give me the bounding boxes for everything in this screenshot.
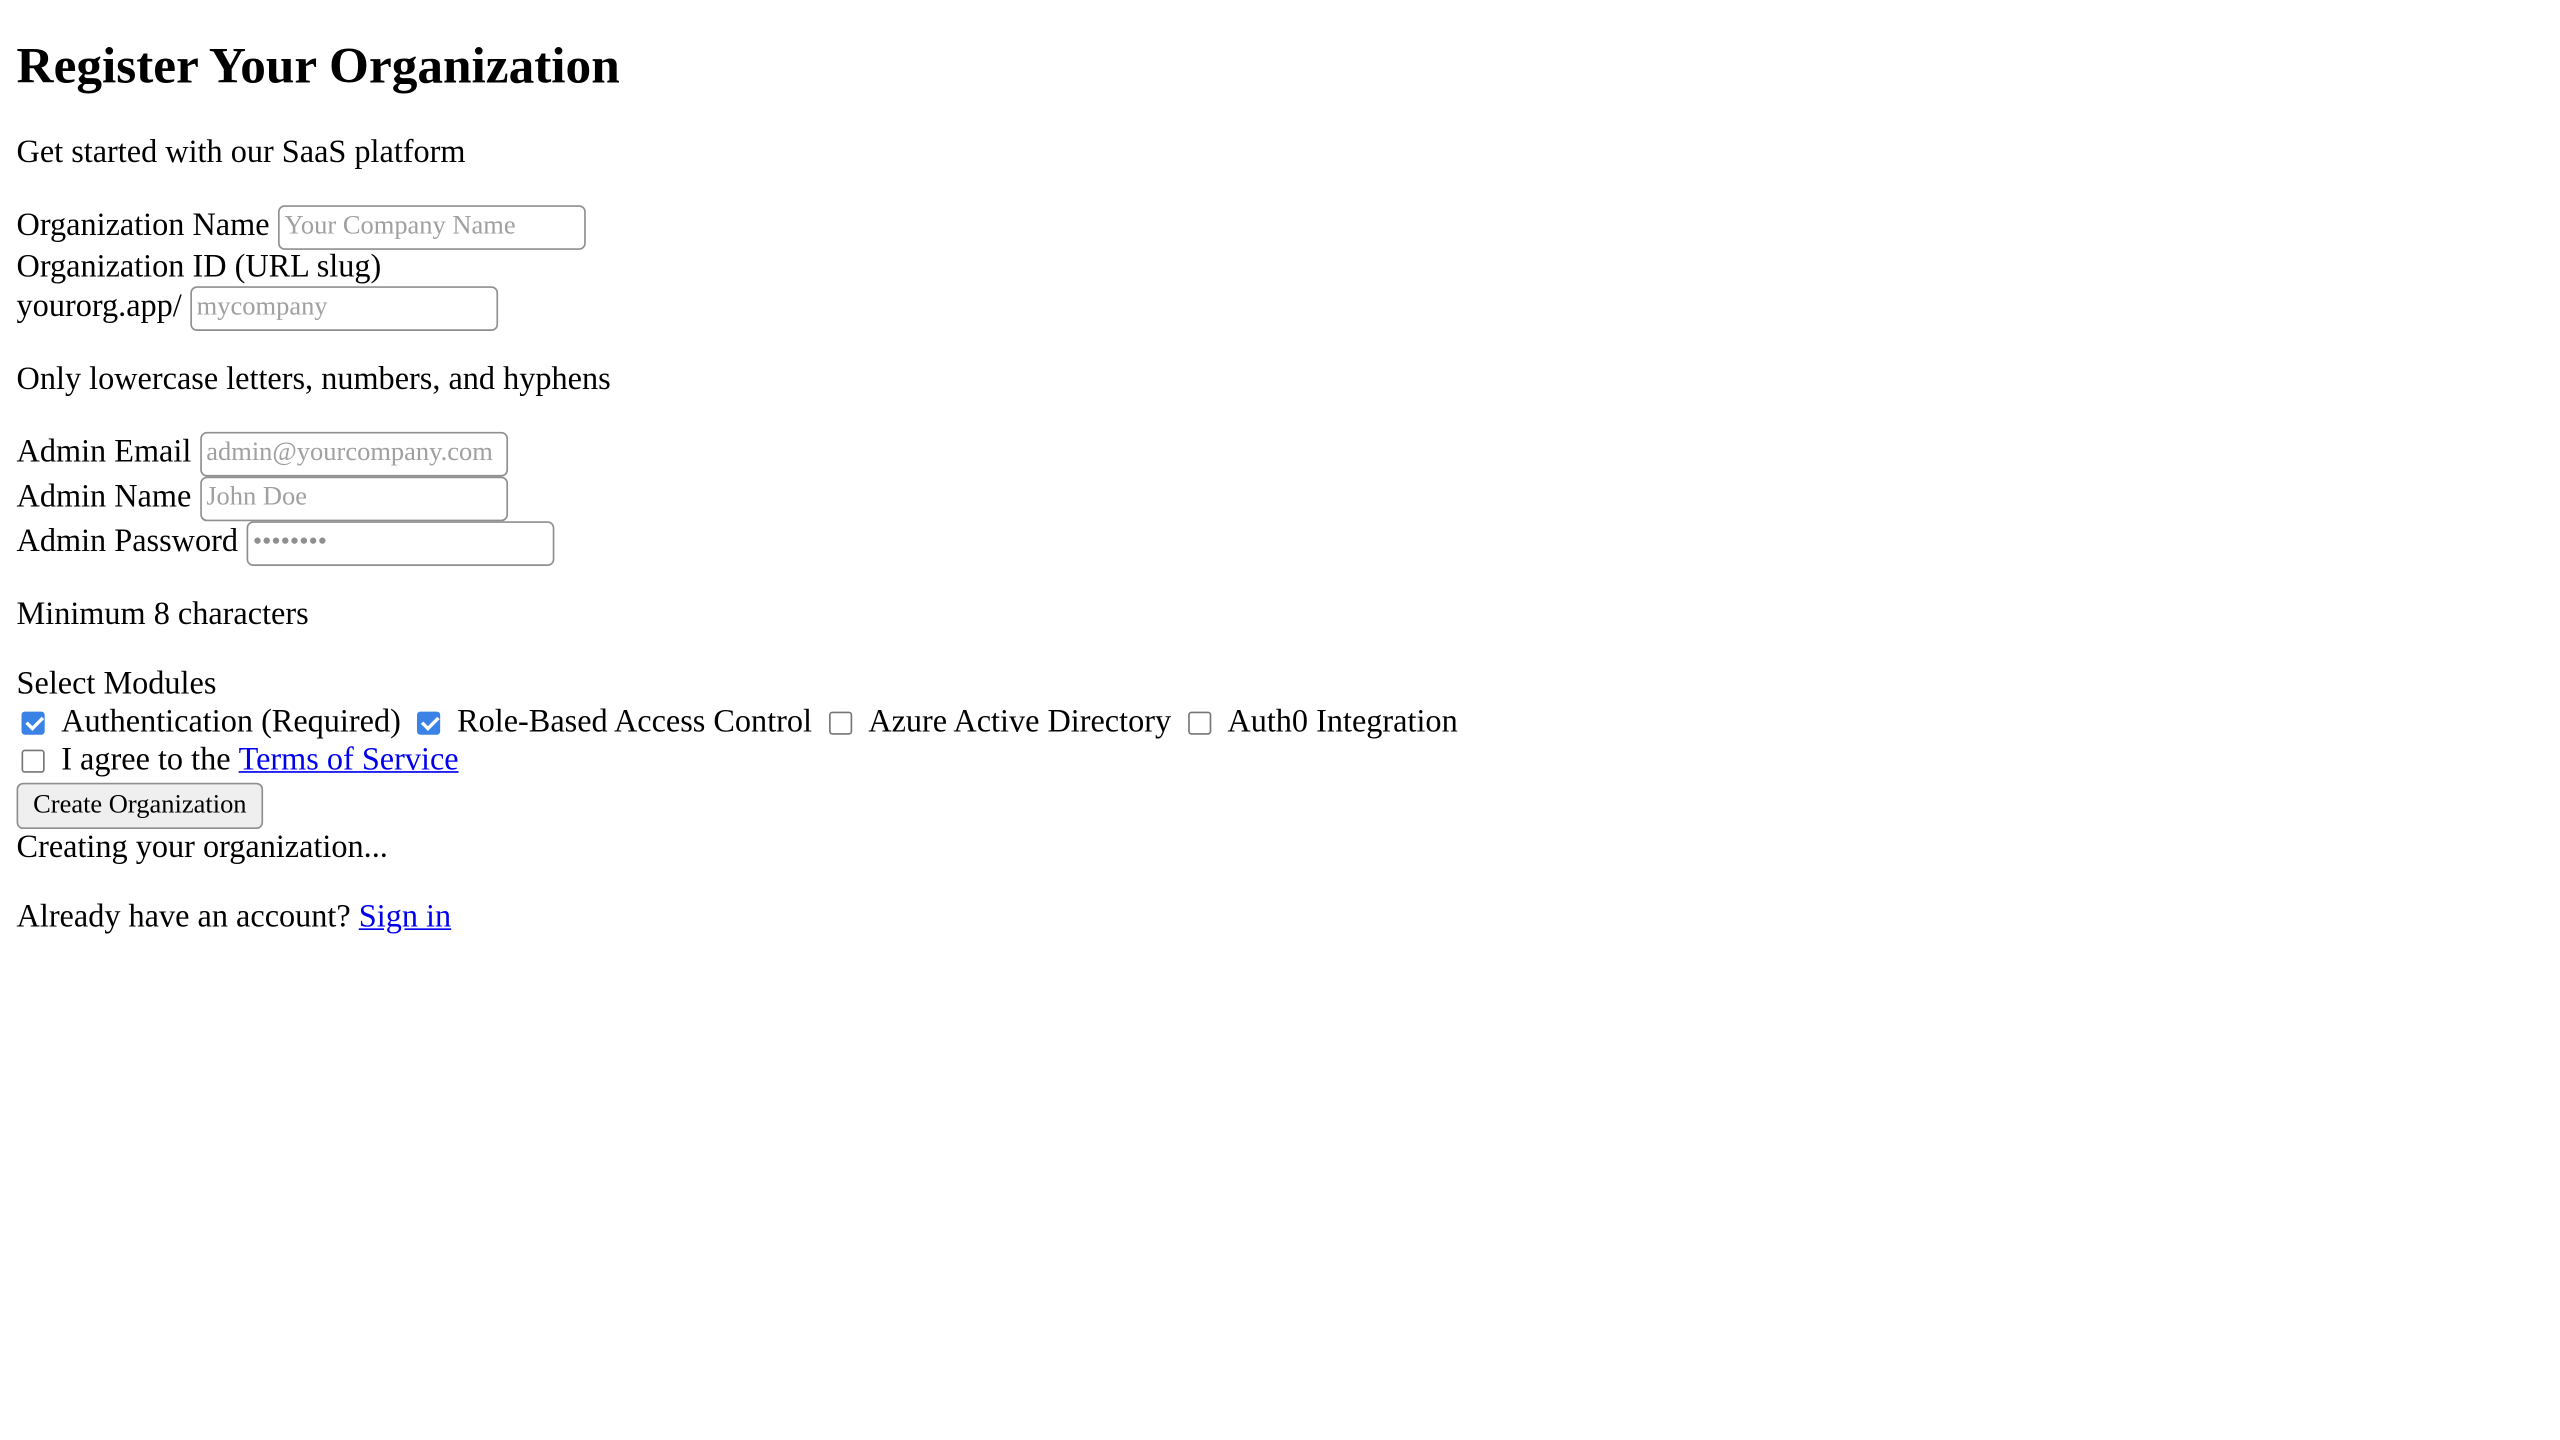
module-azure-ad[interactable]: Azure Active Directory: [824, 704, 1172, 741]
signin-prompt-text: Already have an account?: [16, 900, 359, 935]
password-hint: Minimum 8 characters: [16, 597, 309, 633]
org-name-row: Organization Name: [17, 204, 586, 250]
module-azure-ad-label: Azure Active Directory: [868, 704, 1172, 740]
status-message: Creating your organization...: [16, 830, 388, 866]
create-organization-button[interactable]: Create Organization: [16, 782, 264, 830]
org-id-input[interactable]: [190, 285, 498, 331]
module-rbac-checkbox[interactable]: [417, 711, 441, 735]
modules-label: Select Modules: [16, 666, 217, 702]
terms-of-service-link[interactable]: Terms of Service: [239, 743, 459, 779]
terms-agreement[interactable]: I agree to the Terms of Service: [17, 743, 459, 779]
module-auth0[interactable]: Auth0 Integration: [1183, 705, 1458, 741]
admin-email-row: Admin Email: [17, 430, 508, 476]
org-id-row: yourorg.app/: [17, 285, 498, 331]
sign-in-link[interactable]: Sign in: [359, 900, 451, 935]
terms-row: I agree to the Terms of Service: [17, 741, 471, 781]
modules-checkbox-group: Authentication (Required) Role-Based Acc…: [17, 703, 1470, 743]
admin-password-input[interactable]: [246, 520, 555, 566]
signin-prompt: Already have an account? Sign in: [17, 899, 452, 939]
terms-prefix: I agree to the: [61, 743, 239, 778]
module-auth0-checkbox[interactable]: [1187, 711, 1211, 735]
admin-email-label: Admin Email: [16, 435, 192, 470]
module-rbac[interactable]: Role-Based Access Control: [412, 705, 812, 741]
page-title: Register Your Organization: [16, 36, 620, 95]
org-id-label: Organization ID (URL slug): [16, 249, 382, 285]
admin-name-row: Admin Name: [17, 475, 508, 521]
module-auth0-label: Auth0 Integration: [1227, 704, 1458, 740]
module-authentication-label: Authentication (Required): [61, 704, 401, 740]
org-id-hint: Only lowercase letters, numbers, and hyp…: [16, 362, 611, 398]
org-name-label: Organization Name: [16, 208, 270, 244]
module-authentication[interactable]: Authentication (Required): [17, 705, 401, 741]
org-id-prefix: yourorg.app/: [16, 289, 182, 325]
module-azure-ad-checkbox[interactable]: [828, 711, 852, 735]
org-name-input[interactable]: [277, 204, 586, 250]
admin-name-label: Admin Name: [16, 479, 192, 515]
terms-checkbox[interactable]: [21, 749, 45, 773]
admin-password-row: Admin Password: [16, 520, 555, 566]
page-subtitle: Get started with our SaaS platform: [16, 135, 466, 171]
admin-name-input[interactable]: [199, 475, 508, 521]
module-authentication-checkbox[interactable]: [21, 711, 45, 735]
admin-password-label: Admin Password: [16, 524, 238, 560]
module-rbac-label: Role-Based Access Control: [457, 704, 813, 740]
admin-email-input[interactable]: [199, 431, 508, 476]
registration-page: Register Your Organization Get started w…: [0, 0, 2560, 1440]
